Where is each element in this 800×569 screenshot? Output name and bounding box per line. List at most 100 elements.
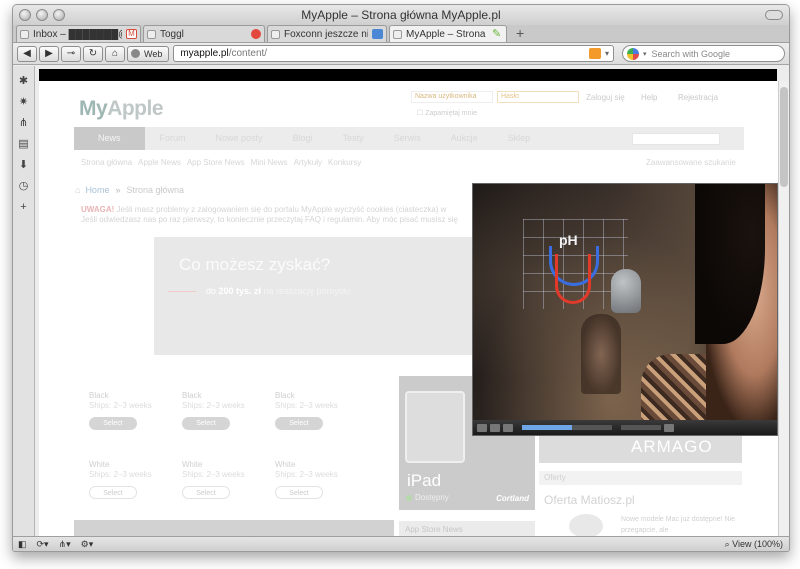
tooth-graphic	[611, 269, 641, 313]
submenu-item[interactable]: Mini News	[251, 158, 288, 167]
submenu-item[interactable]: Apple News	[138, 158, 181, 167]
close-window-button[interactable]	[19, 9, 31, 21]
tab-inbox[interactable]: Inbox – ███████@gmail.… M	[16, 25, 141, 42]
remember-checkbox[interactable]: ☐ Zapamiętaj mnie	[417, 109, 477, 117]
tab-close-icon[interactable]	[271, 29, 280, 39]
scrollbar-thumb[interactable]	[780, 87, 788, 187]
site-favicon-icon	[372, 29, 383, 39]
select-button[interactable]: Select	[89, 486, 137, 499]
toolbar-toggle-button[interactable]	[765, 10, 783, 20]
product-color: White	[275, 460, 296, 469]
select-button[interactable]: Select	[182, 417, 230, 430]
hero-sub-suffix: na realizację pomysłu	[261, 286, 351, 296]
fullscreen-icon[interactable]	[664, 423, 674, 432]
select-button[interactable]: Select	[275, 486, 323, 499]
pause-icon[interactable]	[477, 423, 487, 432]
ipad-title: iPad	[407, 471, 442, 490]
offers-header: Oferty	[539, 471, 742, 485]
zoom-label: View (100%)	[732, 538, 783, 549]
forward-button[interactable]: ▶	[39, 45, 59, 62]
globe-icon	[569, 514, 603, 538]
menu-item-blogi[interactable]: Blogi	[278, 127, 328, 150]
username-input[interactable]: Nazwa użytkownika	[411, 91, 493, 103]
tab-close-icon[interactable]	[20, 29, 29, 39]
add-panel-icon[interactable]: +	[18, 202, 29, 213]
hero-divider	[168, 291, 196, 292]
share-menu-icon[interactable]: ⋔▾	[59, 539, 71, 550]
history-icon[interactable]: ◷	[18, 181, 29, 192]
tab-label: Toggl	[160, 28, 184, 40]
password-input[interactable]: Hasło	[497, 91, 579, 103]
video-player-overlay[interactable]: pH	[472, 183, 778, 436]
menu-item-aukcje[interactable]: Aukcje	[436, 127, 493, 150]
gmail-icon: M	[126, 29, 137, 39]
select-button[interactable]: Select	[275, 417, 323, 430]
home-button[interactable]: ⌂	[105, 45, 125, 62]
menu-item-testy[interactable]: Testy	[328, 127, 379, 150]
gear-icon[interactable]: ✷	[18, 97, 29, 108]
volume-slider[interactable]	[621, 425, 661, 430]
video-progress-fill	[522, 425, 572, 430]
tab-myapple[interactable]: MyApple – Strona głó… ✎	[389, 25, 507, 42]
bookmark-icon[interactable]: ✱	[18, 76, 29, 87]
login-button[interactable]: Zaloguj się	[586, 93, 625, 102]
register-link[interactable]: Rejestracja	[678, 93, 718, 102]
select-button[interactable]: Select	[182, 486, 230, 499]
breadcrumb-home[interactable]: Home	[85, 185, 109, 195]
select-button[interactable]: Select	[89, 417, 137, 430]
offer-title[interactable]: Oferta Matiosz.pl	[544, 493, 635, 507]
reload-button[interactable]: ↻	[83, 45, 103, 62]
tab-toggl[interactable]: Toggl	[143, 25, 265, 42]
zoom-level[interactable]: ⌕ View (100%)	[725, 539, 783, 550]
submenu-item[interactable]: Artykuły	[294, 158, 322, 167]
tab-close-icon[interactable]	[393, 29, 402, 39]
menu-item-sklep[interactable]: Sklep	[493, 127, 546, 150]
download-icon[interactable]: ⬇	[18, 160, 29, 171]
chevron-down-icon[interactable]: ▾	[605, 49, 609, 58]
advanced-search-link[interactable]: Zaawansowane szukanie	[646, 158, 736, 167]
submenu-item[interactable]: App Store News	[187, 158, 245, 167]
menu-item-news[interactable]: News	[74, 127, 145, 150]
zoom-window-button[interactable]	[53, 9, 65, 21]
forward-icon[interactable]	[503, 423, 513, 432]
product-color: Black	[89, 391, 109, 400]
google-icon	[627, 47, 639, 60]
site-search-input[interactable]	[632, 132, 720, 145]
prefs-icon[interactable]: ⚙▾	[81, 539, 94, 550]
notes-icon[interactable]: ▤	[18, 139, 29, 150]
sync-icon[interactable]: ⟳▾	[37, 539, 49, 550]
submenu-item[interactable]: Konkursy	[328, 158, 361, 167]
product-ships: Ships: 2–3 weeks	[182, 470, 245, 479]
rss-icon[interactable]	[588, 48, 601, 59]
tab-close-icon[interactable]	[147, 29, 156, 39]
tab-foxconn[interactable]: Foxconn jeszcze nie p…	[267, 25, 387, 42]
sidebar-toggle-icon[interactable]: ◧	[18, 539, 27, 550]
menu-item-forum[interactable]: Forum	[145, 127, 201, 150]
site-logo[interactable]: MyApple	[79, 97, 164, 121]
minimize-window-button[interactable]	[36, 9, 48, 21]
menu-item-serwis[interactable]: Serwis	[379, 127, 436, 150]
rewind-icon[interactable]	[490, 423, 500, 432]
vertical-scrollbar[interactable]	[778, 81, 789, 538]
product-option: White Ships: 2–3 weeks Select	[275, 460, 338, 499]
product-option: White Ships: 2–3 weeks Select	[182, 460, 245, 499]
new-tab-button[interactable]: +	[509, 25, 531, 42]
hero-banner[interactable]: Co możesz zyskać? do 200 tys. zł na real…	[154, 237, 489, 355]
key-icon[interactable]: ⊸	[61, 45, 81, 62]
tab-bar: Inbox – ███████@gmail.… M Toggl Foxconn …	[13, 25, 789, 43]
search-field[interactable]: ▾ Search with Google	[622, 45, 785, 62]
address-bar[interactable]: myapple.pl/content/ ▾	[173, 45, 614, 62]
web-button[interactable]: Web	[127, 45, 170, 62]
help-link[interactable]: Help	[641, 93, 657, 102]
product-option: Black Ships: 2–3 weeks Select	[275, 391, 338, 430]
menu-item-nowe-posty[interactable]: Nowe posty	[201, 127, 278, 150]
share-icon[interactable]: ⋔	[18, 118, 29, 129]
ph-label: pH	[559, 232, 578, 248]
back-button[interactable]: ◀	[17, 45, 37, 62]
navigation-toolbar: ◀ ▶ ⊸ ↻ ⌂ Web myapple.pl/content/ ▾ ▾ Se…	[13, 43, 789, 65]
chevron-down-icon[interactable]: ▾	[643, 50, 647, 58]
video-progress-bar[interactable]	[522, 425, 612, 430]
submenu-item[interactable]: Strona główna	[81, 158, 132, 167]
product-ships: Ships: 2–3 weeks	[89, 401, 152, 410]
hero-sub-amount: 200 tys. zł	[218, 286, 262, 296]
